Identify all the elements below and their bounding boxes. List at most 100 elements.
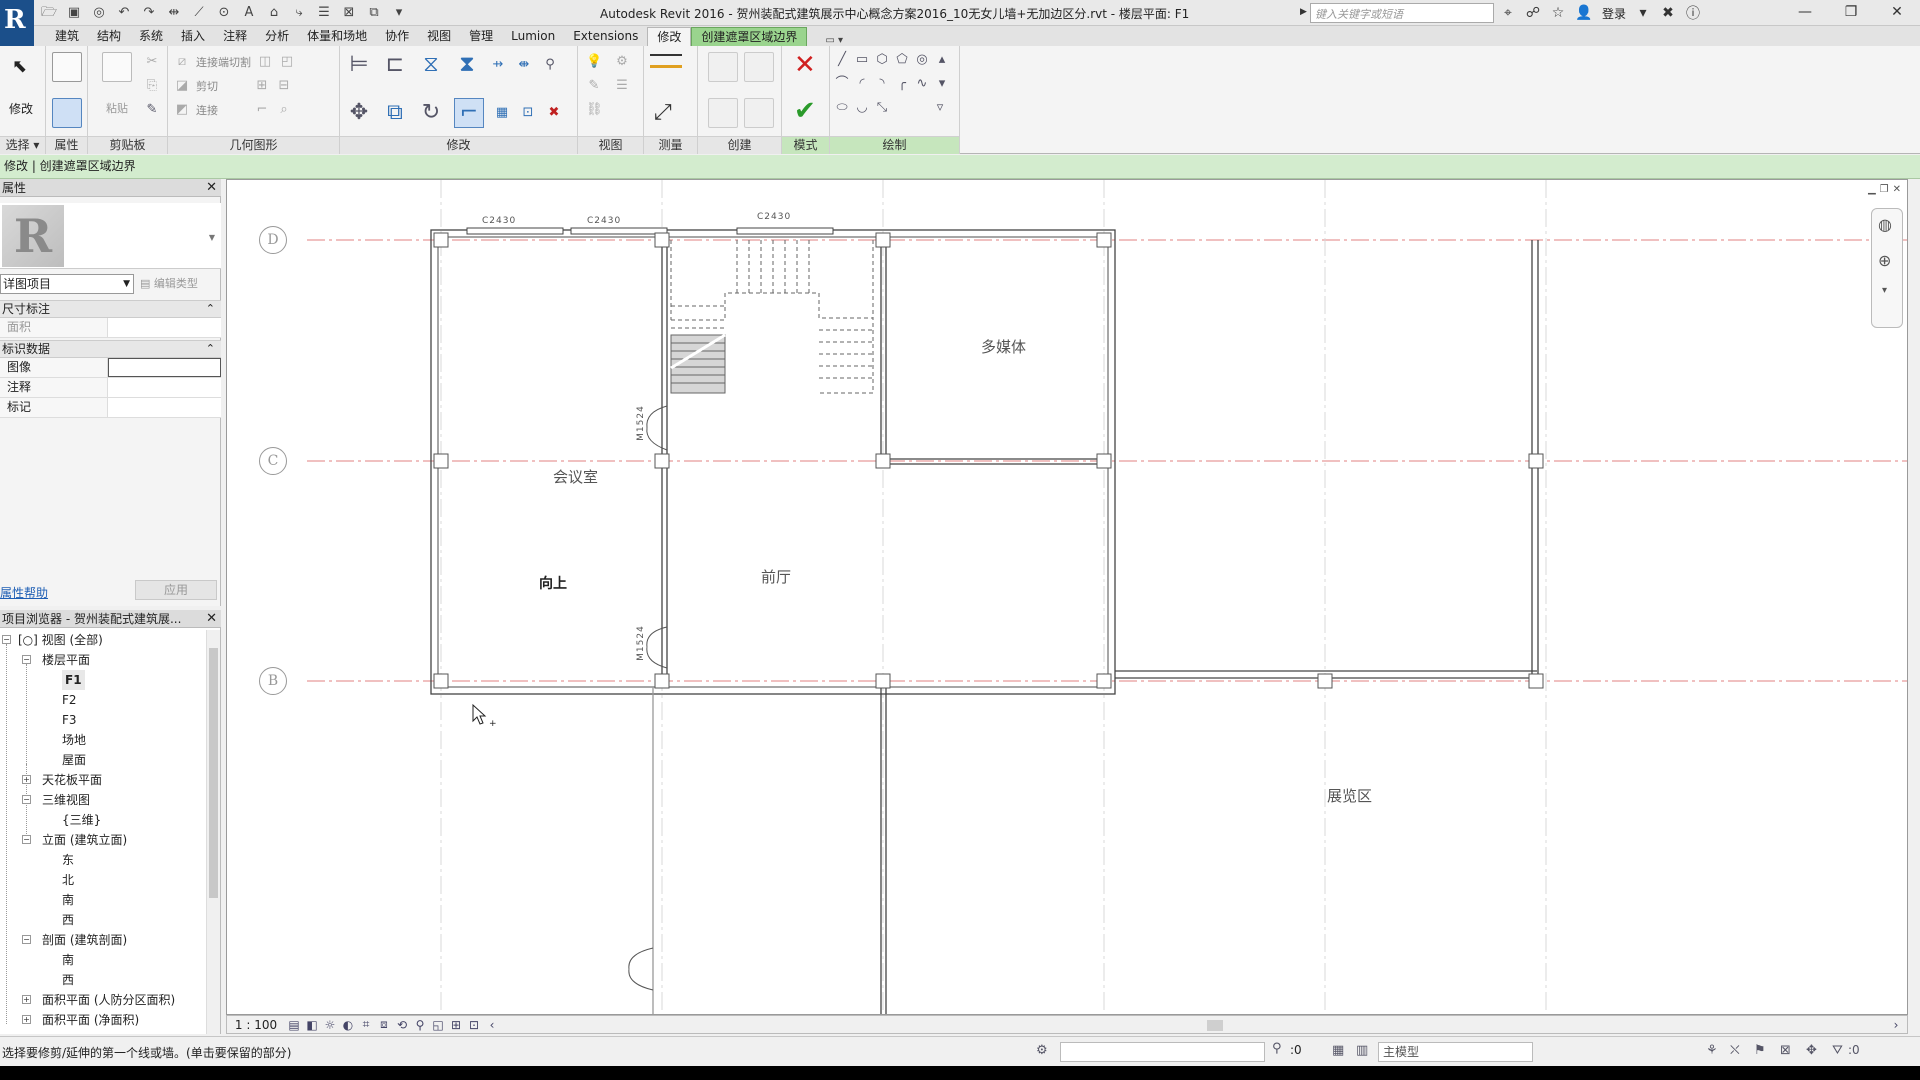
default-3d-icon[interactable]: ⌂ bbox=[265, 4, 283, 22]
close-icon[interactable]: ✕ bbox=[206, 610, 217, 628]
tree-node-sections[interactable]: − 剖面 (建筑剖面) bbox=[0, 930, 127, 950]
tree-node-area-plans-civil-defense[interactable]: + 面积平面 (人防分区面积) bbox=[0, 990, 175, 1010]
draw-arc-center-icon[interactable]: ◜ bbox=[854, 76, 870, 92]
tab-annotate[interactable]: 注释 bbox=[214, 27, 256, 46]
split-face-icon[interactable]: ⊞ bbox=[254, 78, 270, 94]
cancel-edit-icon[interactable]: ✕ bbox=[794, 50, 816, 80]
ribbon-minimize-icon[interactable]: ▭ ▾ bbox=[825, 35, 843, 46]
tree-node-north[interactable]: 北 bbox=[62, 870, 74, 890]
crop-view-icon[interactable]: ⌗ bbox=[357, 1017, 375, 1032]
cut-dropdown-icon[interactable]: ◪ bbox=[174, 78, 190, 94]
restore-icon[interactable]: ❐ bbox=[1828, 0, 1874, 26]
expand-toggle-icon[interactable]: + bbox=[22, 1015, 31, 1024]
modify-button-label[interactable]: 修改 bbox=[9, 100, 33, 117]
close-icon[interactable]: ✕ bbox=[1874, 0, 1920, 26]
mirror-axis-icon[interactable]: ⧖ bbox=[418, 52, 444, 78]
tab-extensions[interactable]: Extensions bbox=[564, 27, 647, 46]
linework-icon[interactable]: ⛓ bbox=[586, 102, 603, 118]
exclude-options-icon[interactable]: ▥ bbox=[1356, 1043, 1368, 1058]
paint-icon[interactable]: ⊟ bbox=[276, 78, 292, 94]
draw-inscribed-polygon-icon[interactable]: ⬡ bbox=[874, 52, 890, 68]
sign-in-link[interactable]: 登录 bbox=[1602, 5, 1626, 22]
copy-element-icon[interactable]: ⧉ bbox=[382, 100, 408, 126]
tree-node-south[interactable]: 南 bbox=[62, 890, 74, 910]
dimension-icon[interactable]: ⤢ bbox=[654, 100, 672, 125]
create-similar-icon[interactable] bbox=[744, 98, 774, 128]
apply-button[interactable]: 应用 bbox=[135, 580, 217, 600]
edit-type-button[interactable]: ▤ 编辑类型 bbox=[140, 274, 218, 294]
customize-qat-icon[interactable]: ▾ bbox=[390, 4, 408, 22]
window-tag[interactable]: C2430 bbox=[757, 212, 791, 222]
user-icon[interactable]: 👤 bbox=[1575, 5, 1592, 21]
search-input[interactable]: 键入关键字或短语 bbox=[1310, 3, 1494, 23]
hide-icon[interactable]: 💡 bbox=[586, 54, 602, 70]
show-crop-region-icon[interactable]: ⧈ bbox=[375, 1017, 393, 1032]
sun-path-icon[interactable]: ☼ bbox=[321, 1018, 339, 1032]
restore-icon[interactable]: ❐ bbox=[1880, 184, 1889, 195]
select-pinned-icon[interactable]: ⚑ bbox=[1754, 1043, 1766, 1058]
room-label-media[interactable]: 多媒体 bbox=[981, 336, 1026, 357]
tree-node-ceiling-plans[interactable]: + 天花板平面 bbox=[0, 770, 102, 790]
finish-edit-icon[interactable]: ✔ bbox=[794, 96, 816, 126]
scroll-right-icon[interactable]: › bbox=[1887, 1018, 1905, 1032]
dropdown-icon[interactable]: ▾ bbox=[1635, 5, 1651, 21]
room-label-exhibit[interactable]: 展览区 bbox=[1327, 785, 1372, 806]
view-dropdown-icon[interactable]: ⚙ bbox=[614, 54, 630, 70]
subscription-icon[interactable]: ☍ bbox=[1525, 5, 1541, 21]
switch-windows-icon[interactable]: ⧉ bbox=[365, 4, 383, 22]
collapse-toggle-icon[interactable]: − bbox=[22, 655, 31, 664]
grid-bubble-c[interactable]: C bbox=[259, 447, 287, 475]
select-underlay-icon[interactable]: ⛌ bbox=[1730, 1043, 1740, 1058]
help-icon[interactable]: ⓘ bbox=[1685, 3, 1701, 23]
scroll-left-icon[interactable]: ‹ bbox=[483, 1018, 501, 1032]
highlight-displacement-icon[interactable]: ⊡ bbox=[465, 1018, 483, 1032]
split-element-icon[interactable]: ⇸ bbox=[490, 57, 506, 73]
design-options-icon[interactable]: ▦ bbox=[1332, 1043, 1344, 1058]
tab-create-mask-region-boundary[interactable]: 创建遮罩区域边界 bbox=[691, 27, 808, 46]
window-tag[interactable]: C2430 bbox=[587, 216, 621, 226]
draw-scroll-up-icon[interactable]: ▴ bbox=[934, 52, 950, 68]
create-assembly-icon[interactable] bbox=[708, 52, 738, 82]
pin-icon[interactable]: ⚲ bbox=[542, 57, 558, 73]
section-icon[interactable]: ⤷ bbox=[290, 4, 308, 22]
text-icon[interactable]: A bbox=[240, 4, 258, 22]
collapse-icon[interactable]: ⌃ bbox=[206, 341, 215, 357]
prop-value-image[interactable] bbox=[108, 358, 221, 377]
pick-lines-icon[interactable]: ⤡ bbox=[874, 100, 890, 116]
search-expand-icon[interactable]: ▶ bbox=[1300, 7, 1307, 17]
match-type-icon[interactable]: ✎ bbox=[144, 102, 160, 118]
drawing-horizontal-scrollbar[interactable] bbox=[547, 1018, 1882, 1032]
favorites-star-icon[interactable]: ☆ bbox=[1550, 5, 1566, 21]
draw-arc-tangent-icon[interactable]: ◝ bbox=[874, 76, 890, 92]
tree-node-site[interactable]: 场地 bbox=[62, 730, 86, 750]
create-group-icon[interactable] bbox=[708, 98, 738, 128]
properties-help-link[interactable]: 属性帮助 bbox=[0, 584, 48, 601]
tree-node-section-west[interactable]: 西 bbox=[62, 970, 74, 990]
draw-fillet-arc-icon[interactable]: ╭ bbox=[894, 76, 910, 92]
collapse-toggle-icon[interactable]: − bbox=[2, 635, 11, 644]
group-identity-data[interactable]: 标识数据 ⌃ bbox=[0, 340, 221, 358]
scrollbar-thumb[interactable] bbox=[1207, 1020, 1223, 1031]
trim-extend-corner-icon[interactable]: ⌐ bbox=[454, 98, 484, 128]
override-graphics-icon[interactable]: ✎ bbox=[586, 78, 602, 94]
pick-icon[interactable]: ⌕ bbox=[276, 102, 292, 118]
create-parts-icon[interactable] bbox=[744, 52, 774, 82]
scrollbar-thumb[interactable] bbox=[209, 648, 218, 898]
move-icon[interactable]: ✥ bbox=[346, 100, 372, 126]
mirror-draw-icon[interactable]: ⧗ bbox=[454, 52, 480, 78]
draw-arc-start-end-icon[interactable]: ⌒ bbox=[834, 76, 850, 92]
cope-label[interactable]: 连接端切割 bbox=[196, 54, 251, 70]
tree-node-west[interactable]: 西 bbox=[62, 910, 74, 930]
offset-icon[interactable]: ⊏ bbox=[382, 52, 408, 78]
select-by-face-icon[interactable]: ⊠ bbox=[1780, 1043, 1791, 1058]
open-icon[interactable]: 🗁 bbox=[40, 4, 58, 22]
binoculars-icon[interactable]: ⌖ bbox=[1500, 5, 1516, 21]
analytical-model-icon[interactable]: ⊞ bbox=[447, 1018, 465, 1032]
measure-icon[interactable]: ⇹ bbox=[165, 4, 183, 22]
exchange-icon[interactable]: ✖ bbox=[1660, 5, 1676, 21]
minimize-icon[interactable]: ▁ bbox=[1868, 184, 1876, 195]
worksets-icon[interactable]: ⚙ bbox=[1036, 1043, 1048, 1058]
group-dimensions[interactable]: 尺寸标注 ⌃ bbox=[0, 300, 221, 318]
temporary-hide-icon[interactable]: ⚲ bbox=[411, 1018, 429, 1032]
application-menu-button[interactable]: R bbox=[0, 0, 34, 46]
